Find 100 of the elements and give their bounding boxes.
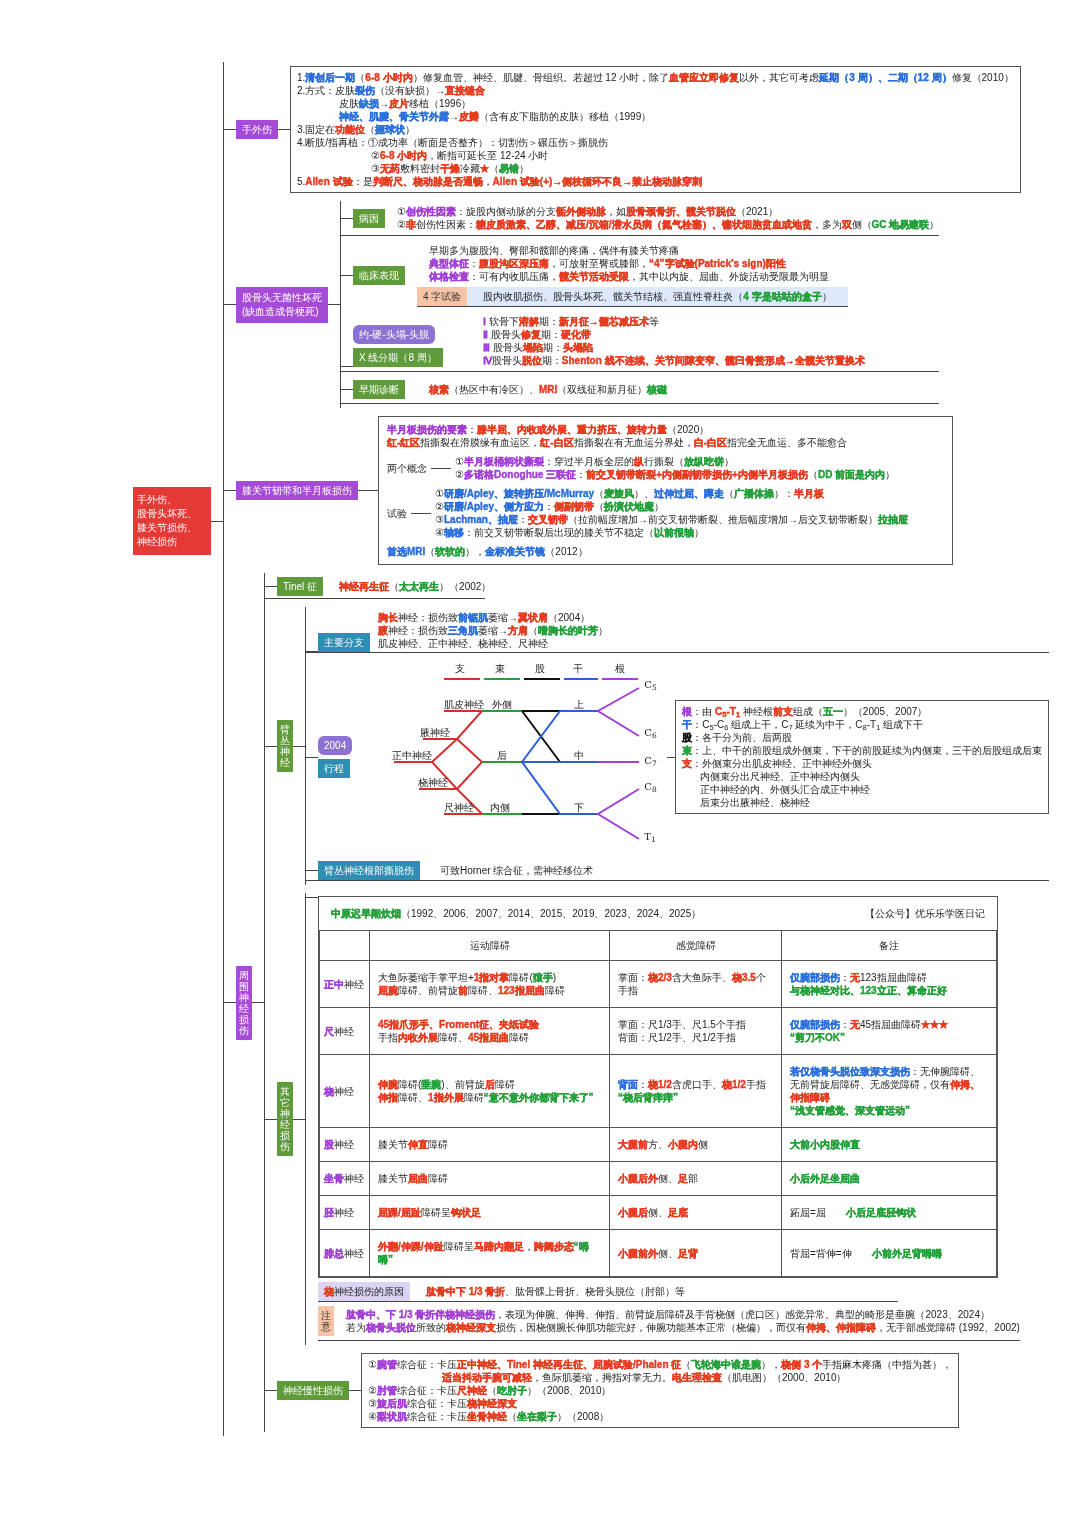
root-label: C$_{5}$ (644, 679, 657, 690)
text-line: “桡后背痒痒” (618, 1092, 678, 1103)
text-line: 若仅桡骨头脱位致深支损伤：无伸腕障碍、无前臂旋后障碍、无感觉障碍，仅有伸拇、伸指障碍 (790, 1066, 980, 1103)
root-label: C$_{6}$ (644, 727, 657, 738)
text-line: 肌皮神经、正中神经、桡神经、尺神经 (378, 638, 548, 649)
text-line: 肱骨中下 1/3 骨折、肱骨髁上骨折、桡骨头脱位（肘部）等 (426, 1285, 686, 1298)
test-note: 股内收肌损伤、股骨头坏死、髋关节结核、强直性脊柱炎（4 字是咕咕的盒子） (467, 287, 848, 306)
trunk-label: 下 (574, 802, 585, 813)
text-line: Ⅲ 股骨头塌陷期：头塌陷 (482, 342, 593, 353)
text-line: 适当抖动手腕可减轻，鱼际肌萎缩，拇指对掌无力。电生理检查（肌电图）（2000、2010） (442, 1372, 847, 1383)
text-line: 屈腕障碍、前臂旋前障碍、123指屈曲障碍 (378, 985, 565, 996)
text-line: ①创伤性因素：旋股内侧动脉的分支骺外侧动脉，如股骨颈骨折、髋关节脱位（2021） (397, 206, 779, 217)
nerve-name: 坐骨神经 (324, 1173, 364, 1184)
text-line: 背面：桡1/2含虎口手、桡1/2手指 (618, 1079, 766, 1090)
text-line: 仅腕部损伤：无123指屈曲障碍 (790, 972, 927, 983)
column-heading: 支 (455, 663, 466, 674)
cause-label: 桡神经损伤的原因 (318, 1282, 410, 1301)
text-line: 可致Horner 综合征，需神经移位术 (440, 864, 594, 877)
subtopic-label: 臂丛神经 (277, 720, 293, 772)
text-line: Ⅰ 软骨下溶解期：新月征→髓芯减压术等 (482, 316, 659, 327)
text-line: 掌面：尺1/3手、尺1.5个手指 (618, 1019, 746, 1030)
text-line: 4.断肢/指再植：①成功率（断面是否整齐）：切割伤＞碾压伤＞撕脱伤 (297, 137, 609, 148)
text-line: Ⅳ股骨头脱位期：Shenton 线不连续、关节间隙变窄、髋臼骨赘形成→全髋关节置换术 (482, 355, 865, 366)
text-line: 小腿后外侧、足部 (618, 1173, 698, 1184)
subtopic-label: Tinel 征 (277, 577, 324, 596)
text-line: 后束分出腋神经、桡神经 (700, 797, 811, 808)
text-line: 干：C$_{5}$-C$_{6}$ 组成上干，C$_{7}$ 延续为中干，C$_{8}$-T$_{1}$ 组成下干 (682, 719, 924, 730)
subtopic-label: X 线分期（8 周） (353, 348, 443, 367)
text-line: ③旋后肌综合征：卡压桡神经深支 (368, 1398, 517, 1409)
nerve-name: 尺神经 (324, 1025, 354, 1037)
text-line: 2.方式：皮肤裂伤（没有缺损）→直接缝合 (297, 85, 486, 96)
subtopic-label: 神经慢性损伤 (277, 1381, 349, 1400)
text-line: 跖屈=屈 小后足底胫钩状 (790, 1207, 916, 1218)
subtopic-label: 其它神经损伤 (277, 1082, 293, 1156)
text-line: 伸指障碍、1指外展障碍“意不意外你都背下来了” (378, 1092, 594, 1103)
text-line: 神经再生征（太太再生）（2002） (339, 581, 492, 592)
text-line: 3.固定在功能位（握球状） (297, 124, 416, 135)
root-topic: 手外伤、 股骨头坏死、 膝关节损伤、 神经损伤 (133, 487, 211, 555)
text-line: ②肘管综合征：卡压尺神经（吃肘子）（2008、2010） (368, 1385, 612, 1396)
branch-label: 臂丛神经根部撕脱伤 (318, 861, 420, 880)
group-label: 试验 (387, 506, 407, 520)
root-label: C$_{8}$ (644, 781, 657, 792)
cord-label: 外侧 (492, 699, 513, 710)
text-line: 伸腕障碍(垂腕)、前臂旋后障碍 (378, 1079, 515, 1090)
text-line: 肱骨中、下 1/3 骨折伴桡神经损伤，表现为伸腕、伸拇、伸指、前臂旋后障碍及手背桡侧（虎口区）感觉异常。典型的畸形是垂腕（2023、2024） (346, 1309, 990, 1320)
text-line: 束：上、中干的前股组成外侧束，下干的前股延续为内侧束，三干的后股组成后束 (682, 745, 1043, 756)
cord-label: 内侧 (490, 802, 511, 813)
root-label: C$_{7}$ (644, 755, 657, 766)
subtopic-label: 早期诊断 (353, 380, 405, 399)
text-line: 膝关节屈曲障碍 (378, 1173, 448, 1184)
text-line: ①半月板桶柄状撕裂：穿过半月板全层的纵行撕裂（放纵吃饼） (455, 456, 734, 467)
column-heading: 感觉障碍 (675, 940, 716, 951)
text-line: 5.Allen 试验：是判断尺、桡动脉是否通畅，Allen 试验(+)→侧枝循环不良→禁止桡动脉穿刺 (297, 176, 703, 187)
column-heading: 束 (495, 663, 506, 674)
text-line: ②6-8 小时内，断指可延长至 12-24 小时 (371, 150, 549, 161)
text-line: ①研磨/Apley、旋转挤压/McMurray（麦旋风）、过伸过屈、蹲走（广播体操）：半月板 (435, 488, 825, 499)
text-line: 掌面：桡2/3含大鱼际手、桡3.5个手指 (618, 972, 766, 996)
text-line: 体格检查：可有内收肌压痛，髋关节活动受限，其中以内旋、屈曲、外旋活动受限最为明显 (429, 271, 829, 282)
topic-label: 股骨头无菌性坏死 (缺血造成骨梗死) (236, 286, 328, 323)
text-line: 小腿前外侧、足背 (618, 1247, 698, 1259)
test-label: 4 字试验 (417, 287, 468, 306)
text-line: 小后外足坐屈曲 (790, 1173, 860, 1184)
mnemonic-text: 中原迟早闹炊烟（1992、2006、2007、2014、2015、2019、2023、2024、2025） (331, 907, 702, 920)
text-line: ②多诺格Donoghue 三联征：前交叉韧带断裂+内侧副韧带损伤+内侧半月板损伤（DD 前面是内内） (455, 469, 896, 480)
nerve-label: 正中神经 (392, 750, 433, 761)
text-line: 背面：尺1/2手、尺1/2手指 (618, 1032, 736, 1043)
text-line: 仅腕部损伤：无45指屈曲障碍★★★ (790, 1019, 949, 1030)
nerve-label: 腋神经 (420, 727, 451, 738)
text-line: 股：各干分为前、后两股 (682, 732, 793, 743)
column-heading: 股 (535, 663, 546, 674)
text-line: 若为桡骨头脱位所致的桡神经深支损伤，因桡侧腕长伸肌功能完好，伸腕功能基本正常（桡偏），而仅有伸拇、伸指障碍，无手部感觉障碍 (1992、2002) (346, 1322, 1020, 1333)
topic-label: 手外伤 (236, 120, 278, 139)
nerve-name: 胫神经 (324, 1207, 354, 1218)
column-heading: 根 (615, 663, 626, 674)
text-line: 首选MRI（软软的），金标准关节镜（2012） (387, 546, 588, 557)
nerve-label: 尺神经 (444, 802, 475, 813)
text-line: 根：由 C$_{5}$-T$_{1}$ 神经根前支组成（五一）（2005、2007） (682, 706, 928, 717)
subtopic-label: 病因 (353, 208, 385, 228)
text-line: ④梨状肌综合征：卡压坐骨神经（坐在梨子）（2008） (368, 1411, 610, 1422)
caution-label: 注意 (318, 1306, 334, 1336)
text-line: Ⅱ 股骨头修复期：硬化带 (482, 329, 591, 340)
nerve-name: 腓总神经 (324, 1247, 364, 1259)
text-line: 1.清创后一期（6-8 小时内）修复血管、神经、肌腱、骨组织。若超过 12 小时，除了血管应立即修复以外，其它可考虑延期（3 周）、二期（12 周）修复（2010） (297, 72, 1014, 83)
topic-label: 周围神经损伤 (236, 965, 252, 1040)
text-line: ④轴移：前交叉韧带断裂后出现的膝关节不稳定（以前很轴） (435, 527, 704, 538)
text-line: 大前小内股伸直 (790, 1139, 860, 1150)
nerve-label: 肌皮神经 (444, 699, 485, 710)
text-line: 内侧束分出尺神经、正中神经内侧头 (700, 771, 861, 782)
text-line: 典型体征：腹股沟区深压痛，可放射至臀或膝部，“4”字试验(Patrick's sign)阳性 (429, 258, 786, 269)
column-heading: 运动障碍 (469, 940, 510, 951)
text-line: 腋神经：损伤致三角肌萎缩→方肩（嗜胸长的叶芳） (378, 625, 608, 636)
text-line: 与桡神经对比、123立正、算命正好 (790, 985, 947, 996)
trunk-label: 上 (574, 699, 585, 710)
source-text: 【公众号】优乐乐学医日记 (865, 907, 985, 920)
branch-label: 行程 (318, 759, 350, 778)
text-line: 小腿后侧、足底 (618, 1207, 688, 1218)
text-line: ①腕管综合征：卡压正中神经、Tinel 神经再生征、屈腕试验/Phalen 征（飞轮海中谁是腕），桡侧 3 个手指麻木疼痛（中指为甚）， (368, 1359, 953, 1370)
text-line: 正中神经的内、外侧头汇合成正中神经 (700, 784, 871, 795)
text-line: ③Lachman、抽屉：交叉韧带（拉前幅度增加→前交叉韧带断裂、推后幅度增加→后交叉韧带断裂）拉抽屉 (435, 514, 908, 525)
text-line: 皮肤缺损→皮片移植（1996） (339, 98, 472, 109)
